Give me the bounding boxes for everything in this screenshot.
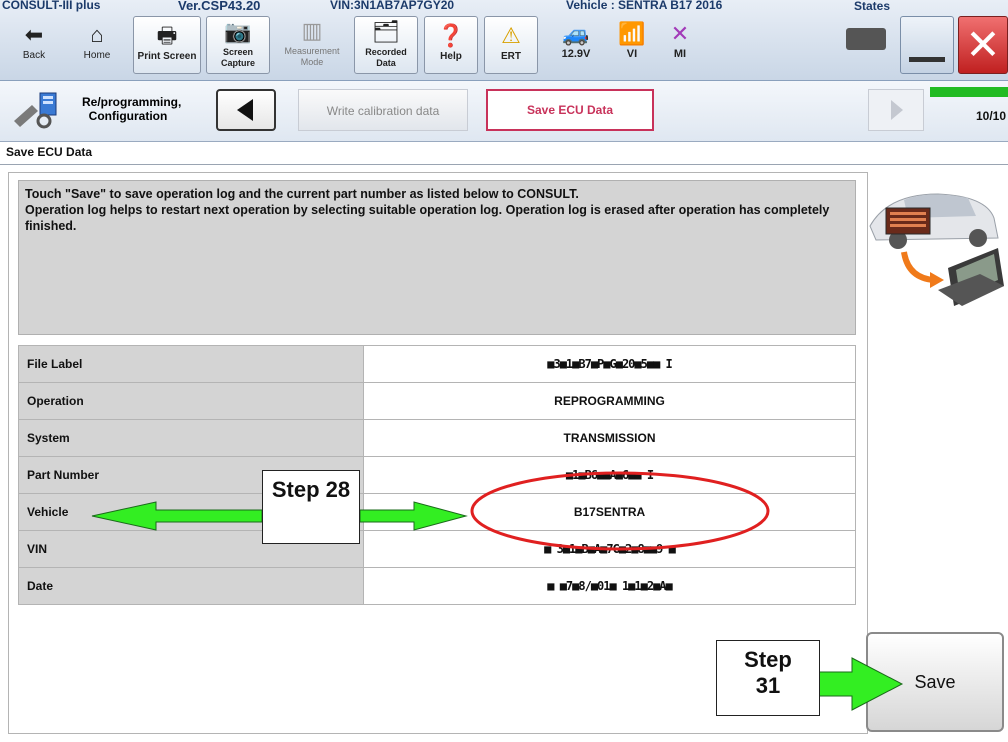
arrow-right-to-part-number-value — [359, 501, 468, 531]
arrow-left-to-part-number — [91, 501, 263, 531]
part-number-highlight — [470, 471, 770, 551]
annotation-overlay — [91, 471, 904, 711]
step-28-callout: Step 28 — [262, 470, 360, 544]
step-31-callout: Step 31 — [716, 640, 820, 716]
